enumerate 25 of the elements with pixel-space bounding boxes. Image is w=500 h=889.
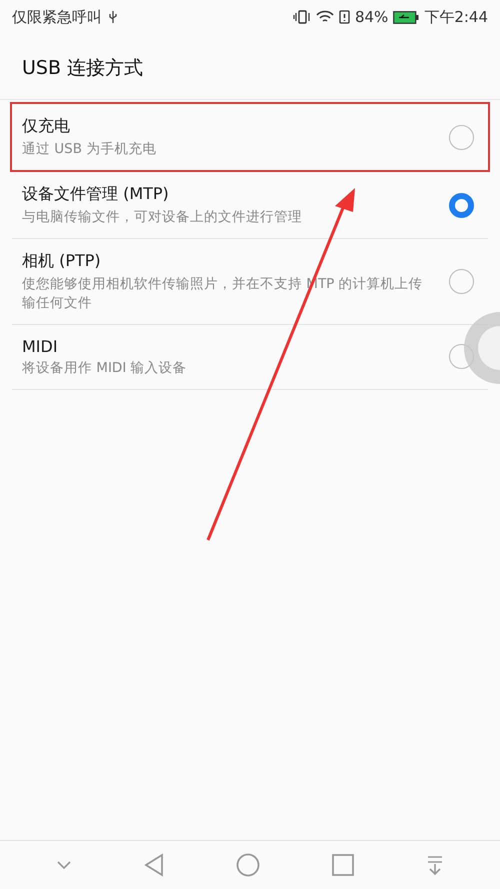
battery-icon [393, 10, 420, 24]
sim-alert-icon [338, 10, 350, 24]
radio-button[interactable] [449, 192, 474, 218]
option-label: MIDI [22, 336, 59, 356]
status-time: 下午2:44 [424, 8, 488, 26]
highlight-frame[interactable]: 仅充电 通过 USB 为手机充电 [10, 102, 490, 172]
option-label: 仅充电 [22, 116, 71, 137]
recents-icon[interactable] [332, 854, 354, 876]
vibrate-icon [292, 10, 311, 24]
option-label: 相机 (PTP) [22, 251, 102, 272]
chevron-down-icon[interactable] [56, 860, 72, 870]
radio-button[interactable] [449, 269, 474, 294]
option-description: 与电脑传输文件，可对设备上的文件进行管理 [22, 208, 303, 226]
radio-button[interactable] [449, 124, 474, 150]
wifi-icon [316, 10, 334, 24]
option-description: 将设备用作 MIDI 输入设备 [22, 358, 188, 378]
option-label: 设备文件管理 (MTP) [22, 184, 170, 206]
back-icon[interactable] [144, 853, 164, 877]
option-description: 通过 USB 为手机充电 [22, 140, 158, 158]
usb-icon [108, 10, 118, 24]
battery-percent: 84% [354, 8, 388, 26]
home-icon[interactable] [236, 853, 260, 877]
status-notice: 仅限紧急呼叫 [12, 8, 102, 26]
pull-down-icon[interactable] [426, 854, 444, 876]
page-title: USB 连接方式 [0, 34, 500, 100]
